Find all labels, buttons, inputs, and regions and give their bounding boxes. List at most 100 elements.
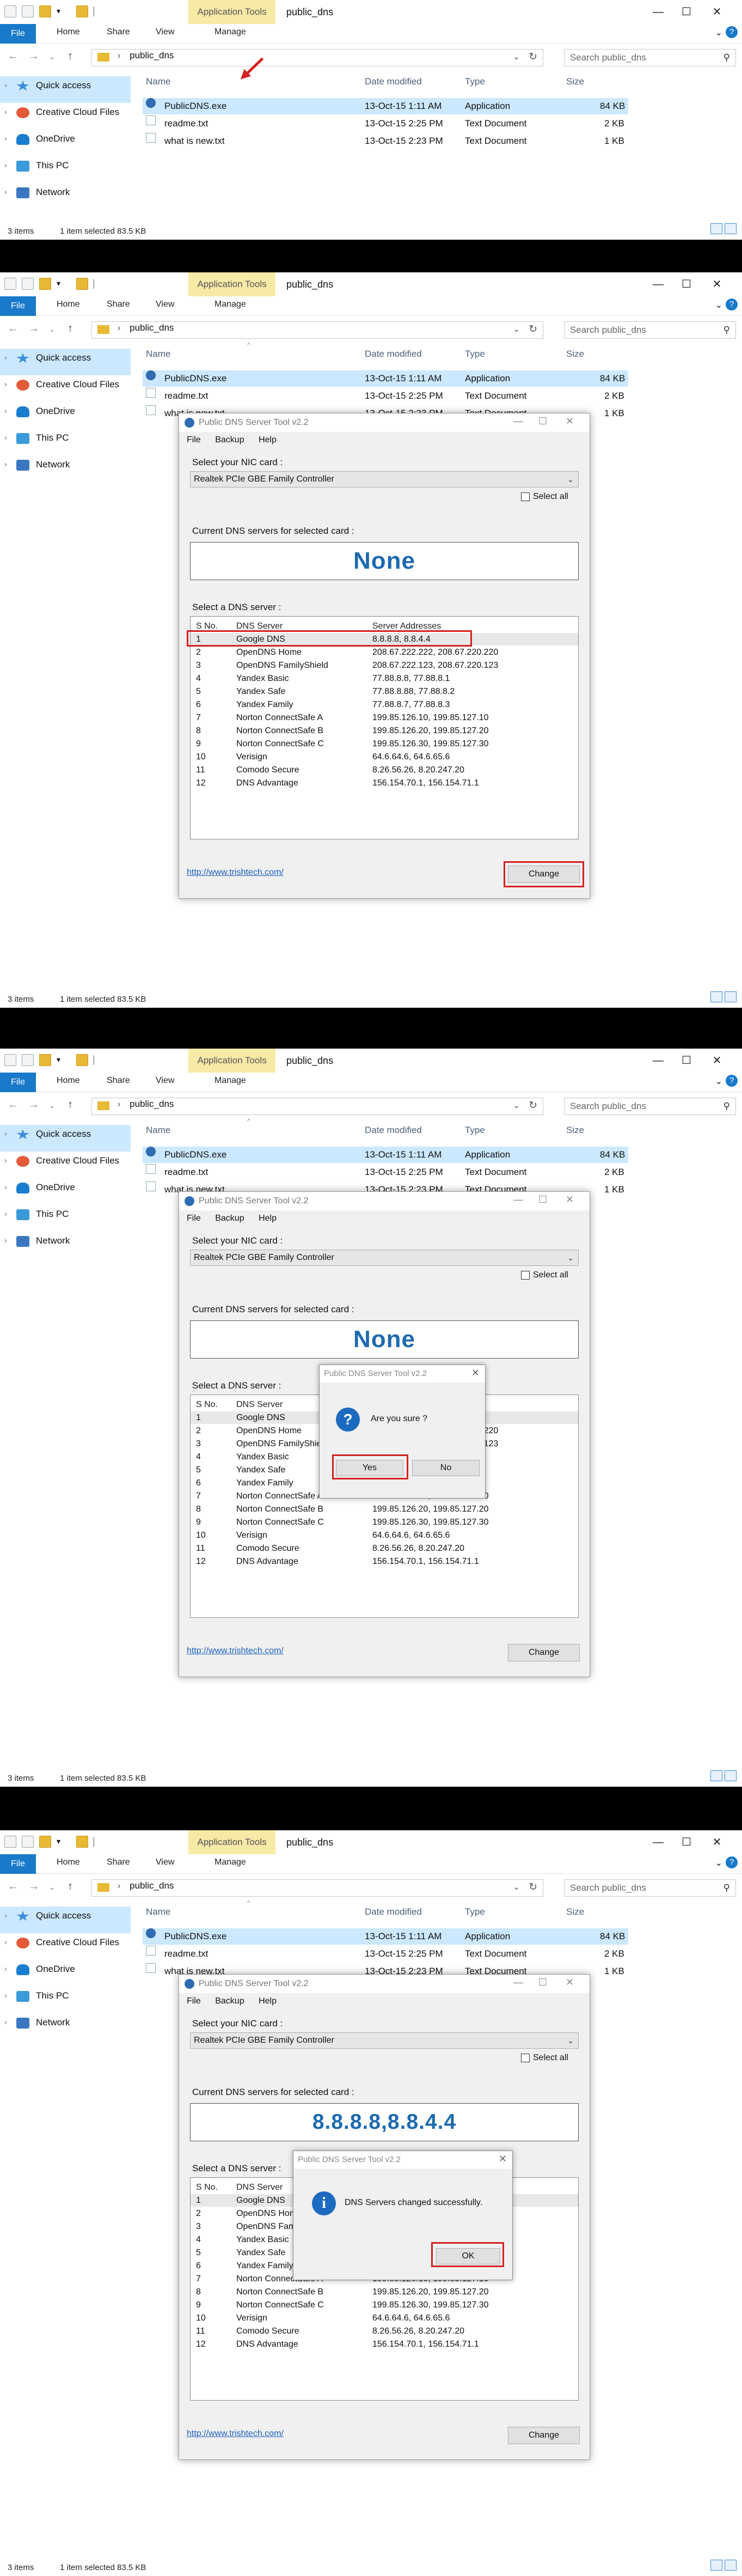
chevron-right-icon[interactable]: › [4, 2013, 7, 2032]
app-menu-icon[interactable] [4, 5, 16, 17]
column-size[interactable]: Size [566, 1125, 584, 1140]
tab-manage[interactable]: Manage [214, 1076, 246, 1086]
column-name[interactable]: Name [146, 1125, 170, 1140]
tab-file[interactable]: File [0, 1854, 36, 1874]
forward-icon[interactable]: → [28, 322, 39, 335]
address-path[interactable]: public_dns [130, 1099, 174, 1109]
dns-server-row[interactable]: 11 Comodo Secure 8.26.56.26, 8.20.247.20 [191, 2325, 578, 2337]
select-all-checkbox[interactable]: Select all [521, 1270, 568, 1280]
search-input[interactable]: Search public_dns ⚲ [564, 49, 736, 66]
dns-server-list[interactable]: S No. DNS Server Server Addresses 1Googl… [190, 616, 579, 839]
tab-share[interactable]: Share [107, 1858, 130, 1867]
app-close-icon[interactable]: ✕ [566, 1977, 574, 1988]
dns-server-row[interactable]: 10 Verisign 64.6.64.6, 64.6.65.6 [191, 2312, 578, 2324]
column-date-modified[interactable]: Date modified [365, 349, 422, 364]
website-link[interactable]: http://www.trishtech.com/ [187, 868, 284, 878]
chevron-right-icon[interactable]: › [4, 183, 7, 202]
chevron-right-icon[interactable]: › [4, 375, 7, 394]
close-icon[interactable]: ✕ [709, 277, 725, 292]
expand-ribbon-icon[interactable]: ⌄ [715, 1858, 722, 1868]
recent-locations-icon[interactable]: ⌄ [49, 1883, 56, 1892]
column-date-modified[interactable]: Date modified [365, 76, 422, 92]
column-date-modified[interactable]: Date modified [365, 1907, 422, 1922]
help-icon[interactable]: ? [726, 1856, 738, 1868]
menu-help[interactable]: Help [259, 1214, 277, 1223]
recent-locations-icon[interactable]: ⌄ [49, 325, 56, 334]
chevron-right-icon[interactable]: › [4, 455, 7, 474]
file-row[interactable]: readme.txt 13-Oct-15 2:25 PM Text Docume… [143, 1946, 628, 1962]
up-icon[interactable]: ↑ [68, 50, 73, 63]
checkbox-box[interactable] [521, 1270, 530, 1280]
header-sno[interactable]: S No. [196, 2181, 218, 2194]
application-tools-tab[interactable]: Application Tools [188, 1049, 275, 1073]
menu-backup[interactable]: Backup [215, 1214, 244, 1223]
dns-server-row[interactable]: 9 Norton ConnectSafe C 199.85.126.30, 199.… [191, 738, 578, 750]
change-button[interactable]: Change [508, 2427, 580, 2444]
large-icons-view-icon[interactable] [725, 223, 737, 234]
file-row[interactable]: PublicDNS.exe 13-Oct-15 1:11 AM Applicat… [143, 370, 628, 387]
column-type[interactable]: Type [465, 1125, 485, 1140]
file-row[interactable]: readme.txt 13-Oct-15 2:25 PM Text Docume… [143, 115, 628, 132]
help-icon[interactable]: ? [726, 1075, 738, 1087]
menu-backup[interactable]: Backup [215, 435, 244, 444]
large-icons-view-icon[interactable] [725, 2560, 737, 2571]
chevron-right-icon[interactable]: › [4, 130, 7, 148]
chevron-right-icon[interactable]: › [4, 349, 7, 367]
app-maximize-icon[interactable]: ☐ [538, 1194, 547, 1205]
up-icon[interactable]: ↑ [68, 1099, 73, 1111]
address-dropdown-icon[interactable]: ⌄ [513, 52, 520, 62]
back-icon[interactable]: ← [8, 1880, 19, 1893]
menu-file[interactable]: File [187, 1996, 201, 2006]
column-size[interactable]: Size [566, 76, 584, 92]
chevron-right-icon[interactable]: › [4, 1933, 7, 1952]
nav-item-this-pc[interactable]: › This PC [0, 1205, 131, 1232]
chevron-right-icon[interactable]: › [4, 1125, 7, 1143]
address-path[interactable]: public_dns [130, 322, 174, 333]
dns-server-row[interactable]: 12 DNS Advantage 156.154.70.1, 156.154.71.… [191, 1555, 578, 1568]
minimize-icon[interactable]: — [650, 1835, 666, 1850]
nav-item-quick-access[interactable]: › Quick access [0, 76, 131, 103]
dns-server-row[interactable]: 8 Norton ConnectSafe B 199.85.126.20, 199.… [191, 724, 578, 737]
chevron-down-icon[interactable]: ⌄ [567, 2033, 574, 2048]
chevron-right-icon[interactable]: › [4, 1205, 7, 1223]
app-minimize-icon[interactable]: — [513, 1977, 523, 1988]
search-input[interactable]: Search public_dns ⚲ [564, 1098, 736, 1115]
nic-select[interactable]: Realtek PCIe GBE Family Controller ⌄ [190, 2032, 579, 2049]
tab-home[interactable]: Home [57, 1858, 80, 1867]
large-icons-view-icon[interactable] [725, 991, 737, 1002]
nav-item-this-pc[interactable]: › This PC [0, 429, 131, 455]
address-bar[interactable]: › public_dns ⌄ ↻ [91, 1098, 543, 1115]
address-dropdown-icon[interactable]: ⌄ [513, 324, 520, 334]
details-view-icon[interactable] [710, 1770, 722, 1781]
nav-item-onedrive[interactable]: › OneDrive [0, 130, 131, 156]
checkbox-box[interactable] [521, 2053, 530, 2062]
back-icon[interactable]: ← [8, 50, 19, 63]
nav-item-network[interactable]: › Network [0, 2013, 131, 2040]
application-tools-tab[interactable]: Application Tools [188, 272, 275, 296]
tab-home[interactable]: Home [57, 1076, 80, 1086]
new-folder-icon[interactable] [39, 278, 51, 290]
tab-manage[interactable]: Manage [214, 27, 246, 37]
file-row[interactable]: readme.txt 13-Oct-15 2:25 PM Text Docume… [143, 388, 628, 404]
nav-item-quick-access[interactable]: › Quick access [0, 1907, 131, 1933]
quick-access-dropdown-icon[interactable]: ▾ [57, 1054, 65, 1066]
tab-share[interactable]: Share [107, 1076, 130, 1086]
chevron-right-icon[interactable]: › [4, 103, 7, 121]
quick-access-dropdown-icon[interactable]: ▾ [57, 1836, 65, 1848]
minimize-icon[interactable]: — [650, 277, 666, 292]
tab-share[interactable]: Share [107, 27, 130, 37]
tab-home[interactable]: Home [57, 27, 80, 37]
nav-item-quick-access[interactable]: › Quick access [0, 349, 131, 375]
checkbox-box[interactable] [521, 492, 530, 501]
no-button[interactable]: No [412, 1460, 480, 1476]
details-view-icon[interactable] [710, 991, 722, 1002]
nav-item-this-pc[interactable]: › This PC [0, 156, 131, 183]
expand-ribbon-icon[interactable]: ⌄ [715, 1076, 722, 1087]
header-sno[interactable]: S No. [196, 1398, 218, 1411]
file-row[interactable]: PublicDNS.exe 13-Oct-15 1:11 AM Applicat… [143, 1147, 628, 1163]
dns-server-row[interactable]: 10 Verisign 64.6.64.6, 64.6.65.6 [191, 1529, 578, 1542]
recent-locations-icon[interactable]: ⌄ [49, 52, 56, 62]
dns-server-row[interactable]: 7 Norton ConnectSafe A 199.85.126.10, 199.… [191, 711, 578, 724]
menu-help[interactable]: Help [259, 1996, 277, 2006]
address-bar[interactable]: › public_dns ⌄ ↻ [91, 49, 543, 66]
